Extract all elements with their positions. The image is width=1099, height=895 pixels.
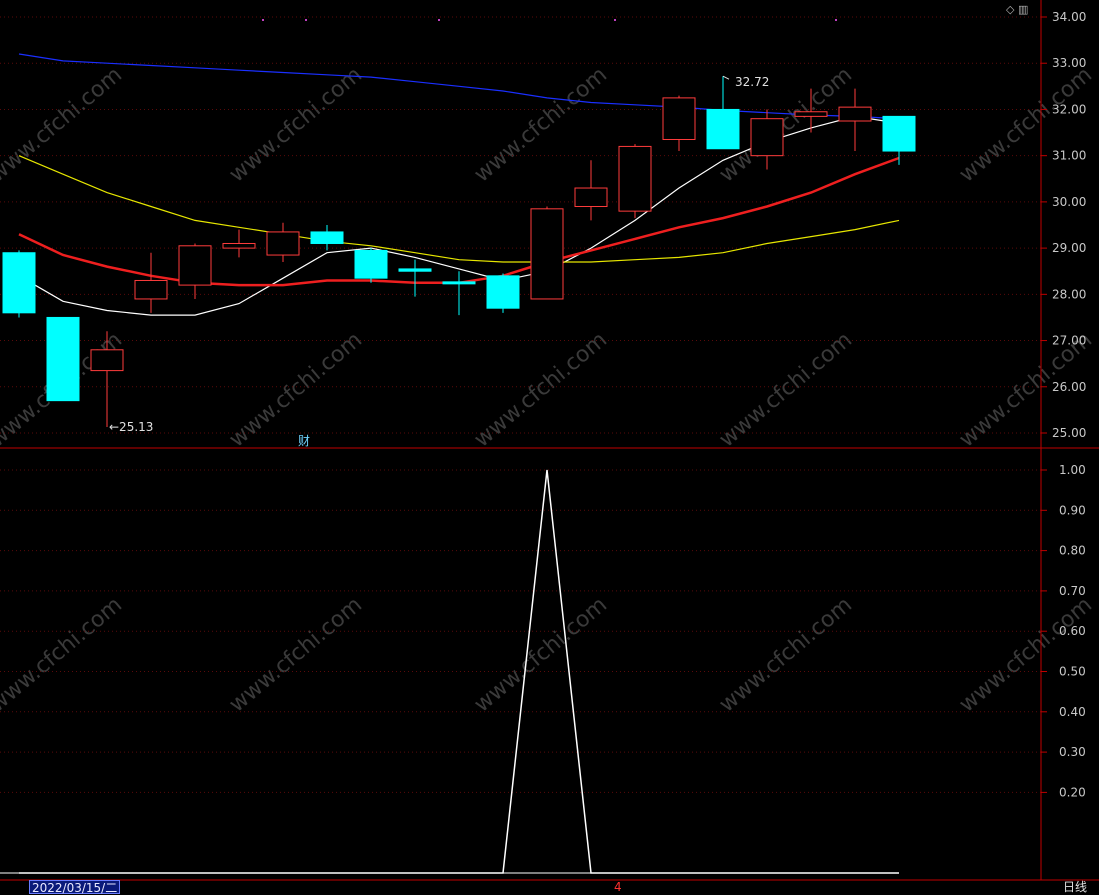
candle[interactable] (662, 95, 696, 152)
indicator-tick-label: 0.30 (1059, 745, 1086, 759)
candle[interactable] (574, 160, 608, 221)
price-tick-label: 29.00 (1052, 241, 1086, 255)
price-tick-label: 34.00 (1052, 10, 1086, 24)
candle[interactable] (178, 243, 212, 299)
axis-marker: 4 (614, 880, 622, 894)
price-tick-label: 31.00 (1052, 149, 1086, 163)
candle[interactable] (222, 229, 256, 258)
candle[interactable] (310, 225, 344, 251)
candle-body (706, 108, 740, 150)
candle[interactable] (46, 316, 80, 402)
diamond-icon[interactable]: ◇ (1006, 3, 1014, 16)
candle-body (354, 249, 388, 279)
indicator-tick-label: 0.90 (1059, 503, 1086, 517)
indicator-tick-label: 0.80 (1059, 544, 1086, 558)
candle-body (90, 349, 124, 372)
watermark-text: www.cfchi.com (0, 592, 127, 717)
low-price-annotation: ←25.13 (109, 420, 153, 434)
candle-body (398, 268, 432, 272)
candle-body (2, 252, 36, 314)
indicator-tick-label: 0.20 (1059, 785, 1086, 799)
period-label[interactable]: 日线 (1063, 880, 1087, 894)
watermark-text: www.cfchi.com (955, 592, 1097, 717)
candle-body (618, 145, 652, 212)
candle[interactable] (134, 252, 168, 313)
candle-body (750, 118, 784, 157)
candle-body (882, 115, 916, 152)
event-marker (438, 19, 440, 21)
candle[interactable] (2, 250, 36, 318)
indicator-tick-label: 1.00 (1059, 463, 1086, 477)
price-tick-label: 27.00 (1052, 334, 1086, 348)
high-price-pointer (722, 75, 730, 80)
candle[interactable] (266, 222, 300, 262)
candle[interactable] (618, 144, 652, 219)
watermark-text: www.cfchi.com (0, 62, 127, 187)
price-grid (0, 16, 1041, 434)
watermark-text: www.cfchi.com (225, 327, 367, 452)
price-annotations: ←25.13 32.72 (109, 19, 837, 434)
indicator-tick-label: 0.50 (1059, 665, 1086, 679)
event-marker (262, 19, 264, 21)
candle[interactable] (442, 271, 476, 316)
candle-body (310, 231, 344, 244)
candle-body (134, 279, 168, 300)
price-tick-label: 26.00 (1052, 380, 1086, 394)
cursor-date-label: 2022/03/15/二 (29, 880, 121, 895)
candle-body (222, 242, 256, 249)
candle-body (46, 316, 80, 402)
watermark-text: www.cfchi.com (955, 62, 1097, 187)
candle-body (530, 208, 564, 300)
candle-body (838, 106, 872, 122)
candle-body (486, 275, 520, 309)
watermark-text: www.cfchi.com (470, 592, 612, 717)
candle[interactable] (882, 115, 916, 165)
chart-canvas[interactable]: www.cfchi.com www.cfchi.com www.cfchi.com w… (0, 0, 1099, 894)
price-tick-label: 32.00 (1052, 102, 1086, 116)
indicator-tick-label: 0.60 (1059, 624, 1086, 638)
watermark-text: www.cfchi.com (225, 62, 367, 187)
panel-icon[interactable]: ▥ (1018, 3, 1028, 16)
candle[interactable] (354, 248, 388, 283)
candle-body (178, 245, 212, 286)
candle[interactable] (486, 273, 520, 313)
candle-body (574, 187, 608, 208)
moving-average-line (18, 155, 900, 263)
indicator-tick-label: 0.70 (1059, 584, 1086, 598)
watermark-text: www.cfchi.com (470, 327, 612, 452)
event-marker (835, 19, 837, 21)
candle[interactable] (398, 259, 432, 297)
high-price-annotation: 32.72 (735, 75, 769, 89)
candle-body (442, 281, 476, 285)
watermark-text: www.cfchi.com (225, 592, 367, 717)
price-tick-label: 25.00 (1052, 426, 1086, 440)
candle[interactable] (530, 206, 564, 300)
price-tick-label: 28.00 (1052, 287, 1086, 301)
watermark-text: www.cfchi.com (715, 327, 857, 452)
event-marker (305, 19, 307, 21)
event-marker (614, 19, 616, 21)
candle-body (662, 97, 696, 140)
finance-flag[interactable]: 财 (298, 432, 310, 449)
candle-body (266, 231, 300, 256)
candlestick-series[interactable] (2, 76, 916, 427)
indicator-grid (0, 469, 1041, 793)
price-tick-label: 33.00 (1052, 56, 1086, 70)
candle[interactable] (838, 88, 872, 152)
indicator-tick-label: 0.40 (1059, 705, 1086, 719)
watermark-layer: www.cfchi.com www.cfchi.com www.cfchi.com w… (0, 62, 1097, 717)
watermark-text: www.cfchi.com (715, 592, 857, 717)
price-tick-label: 30.00 (1052, 195, 1086, 209)
candle-body (794, 111, 828, 117)
toolbar-icons[interactable]: ◇ ▥ (1006, 3, 1028, 16)
